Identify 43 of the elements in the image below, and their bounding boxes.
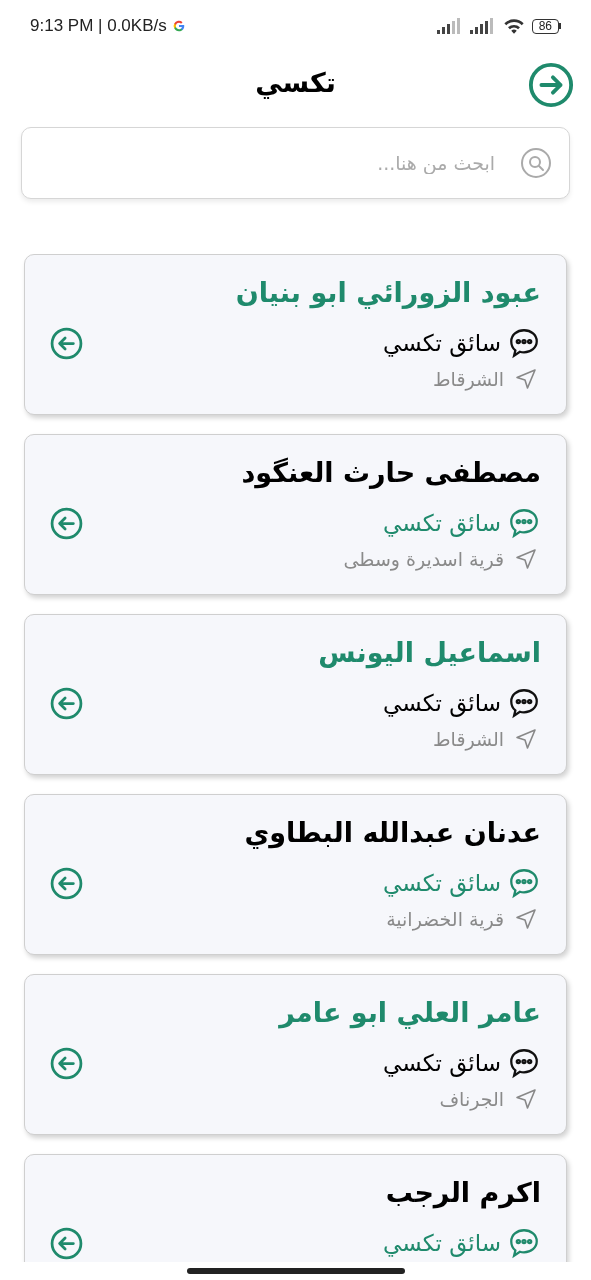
navigation-arrow-icon (514, 727, 538, 751)
driver-name: اكرم الرجب (385, 1176, 541, 1211)
navigation-arrow-icon (514, 1087, 538, 1111)
driver-location: قرية الخضرانية (386, 907, 504, 932)
driver-role: سائق تكسي (383, 329, 501, 358)
driver-card[interactable]: عامر العلي ابو عامر سائق تكسي الجرناف (24, 974, 567, 1135)
driver-card[interactable]: عبود الزورائي ابو بنيان سائق تكسي الشرقاط (24, 254, 567, 415)
navigation-arrow-icon (514, 547, 538, 571)
wifi-icon (502, 17, 525, 35)
driver-role: سائق تكسي (383, 869, 501, 898)
signal-icon (436, 18, 463, 34)
driver-location: الشرقاط (433, 367, 504, 392)
signal-icon (469, 18, 496, 34)
driver-name: عدنان عبدالله البطاوي (244, 816, 541, 851)
driver-role: سائق تكسي (383, 1229, 501, 1258)
driver-name: مصطفى حارث العنگود (241, 456, 541, 491)
driver-location: الجرناف (439, 1087, 504, 1112)
search-icon (520, 147, 552, 179)
chat-bubble-icon (507, 506, 541, 540)
driver-role: سائق تكسي (383, 1049, 501, 1078)
chat-bubble-icon (507, 1046, 541, 1080)
driver-card[interactable]: اسماعيل اليونس سائق تكسي الشرقاط (24, 614, 567, 775)
status-time: 9:13 PM | 0.0KB/s (30, 15, 167, 38)
driver-location: قرية اسديرة وسطى (343, 547, 504, 572)
driver-role: سائق تكسي (383, 509, 501, 538)
navigation-arrow-icon (514, 367, 538, 391)
driver-name: عامر العلي ابو عامر (279, 996, 541, 1031)
navigation-arrow-icon (514, 907, 538, 931)
driver-location: الشرقاط (433, 727, 504, 752)
driver-card[interactable]: عدنان عبدالله البطاوي سائق تكسي قرية الخضرانية (24, 794, 567, 955)
driver-name: اسماعيل اليونس (318, 636, 541, 671)
page-title: تكسي (255, 65, 336, 101)
search-field[interactable]: ابحث من هنا... (21, 127, 570, 199)
chat-bubble-icon (507, 1226, 541, 1260)
driver-name: عبود الزورائي ابو بنيان (235, 276, 541, 311)
chat-bubble-icon (507, 686, 541, 720)
driver-card[interactable]: اكرم الرجب سائق تكسي (24, 1154, 567, 1262)
battery-indicator: 86 (531, 18, 559, 34)
chat-bubble-icon (507, 326, 541, 360)
driver-role: سائق تكسي (383, 689, 501, 718)
driver-card[interactable]: مصطفى حارث العنگود سائق تكسي قرية اسديرة وسطى (24, 434, 567, 595)
google-icon (171, 19, 186, 33)
chat-bubble-icon (507, 866, 541, 900)
